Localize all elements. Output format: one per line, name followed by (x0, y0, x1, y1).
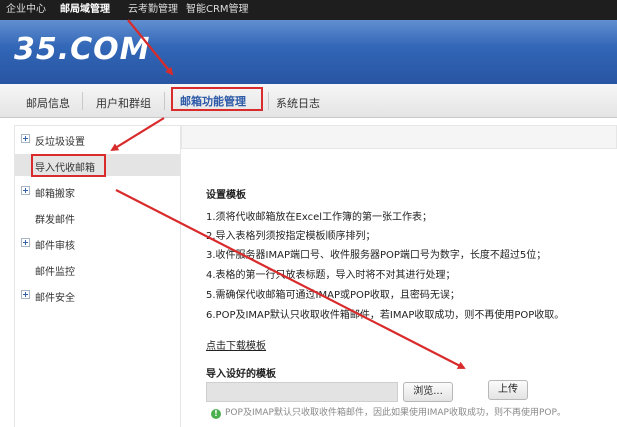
tab-divider (268, 92, 269, 110)
download-template-link[interactable]: 点击下载模板 (206, 337, 266, 352)
sidebar-item-label: 邮件安全 (35, 293, 75, 304)
sidebar-item-mail-monitor[interactable]: 邮件监控 (15, 258, 180, 280)
section-title: 设置模板 (206, 190, 246, 201)
tab-divider (82, 92, 83, 110)
sidebar-item-mailbox-migration[interactable]: 邮箱搬家 (15, 180, 180, 202)
expand-plus-icon[interactable] (21, 186, 30, 195)
upload-button[interactable]: 上传 (488, 380, 528, 400)
sidebar-item-anti-spam[interactable]: 反垃圾设置 (15, 128, 180, 150)
expand-plus-icon[interactable] (21, 290, 30, 299)
browse-button[interactable]: 浏览... (403, 382, 453, 402)
sidebar-item-label: 邮箱搬家 (35, 189, 75, 200)
tab-system-log[interactable]: 系统日志 (276, 95, 320, 111)
highlight-box-tab (171, 87, 263, 111)
sidebar-item-mass-mail[interactable]: 群发邮件 (15, 206, 180, 228)
rule-line: 5.需确保代收邮箱可通过IMAP或POP收取，且密码无误； (206, 290, 460, 301)
brand-logo: 35.COM (14, 32, 151, 67)
import-template-label: 导入设好的模板 (206, 369, 276, 380)
file-path-input[interactable] (206, 382, 398, 402)
info-icon: ! (211, 409, 221, 419)
main-tab-bar: 邮局信息 用户和群组 邮箱功能管理 系统日志 (0, 84, 617, 118)
sidebar-item-mail-review[interactable]: 邮件审核 (15, 232, 180, 254)
highlight-box-sidebar (31, 154, 106, 177)
expand-plus-icon[interactable] (21, 134, 30, 143)
rule-line: 1.须将代收邮箱放在Excel工作簿的第一张工作表； (206, 212, 433, 223)
rule-line: 3.收件服务器IMAP端口号、收件服务器POP端口号为数字，长度不超过5位； (206, 250, 547, 261)
info-note: ! POP及IMAP默认只收取收件箱邮件，因此如果使用IMAP收取成功，则不再使用… (211, 405, 566, 419)
sidebar-item-mail-security[interactable]: 邮件安全 (15, 284, 180, 306)
content-header-bar (181, 125, 617, 149)
expand-plus-icon[interactable] (21, 238, 30, 247)
info-note-text: POP及IMAP默认只收取收件箱邮件，因此如果使用IMAP收取成功，则不再使用P… (225, 408, 566, 418)
highlight-box-topnav (0, 0, 617, 20)
rule-line: 2.导入表格列须按指定模板顺序排列； (206, 231, 376, 242)
rule-line: 4.表格的第一行只放表标题，导入时将不对其进行处理； (206, 270, 456, 281)
sidebar-item-label: 反垃圾设置 (35, 137, 85, 148)
sidebar-item-label: 邮件监控 (35, 267, 75, 278)
tab-users-groups[interactable]: 用户和群组 (96, 95, 151, 111)
sidebar-item-label: 邮件审核 (35, 241, 75, 252)
rule-line: 6.POP及IMAP默认只收取收件箱邮件，若IMAP收取成功，则不再使用POP收… (206, 310, 565, 321)
tab-mail-info[interactable]: 邮局信息 (26, 95, 70, 111)
sidebar-item-label: 群发邮件 (35, 215, 75, 226)
brand-header: 35.COM (0, 20, 617, 84)
tab-divider (164, 92, 165, 110)
